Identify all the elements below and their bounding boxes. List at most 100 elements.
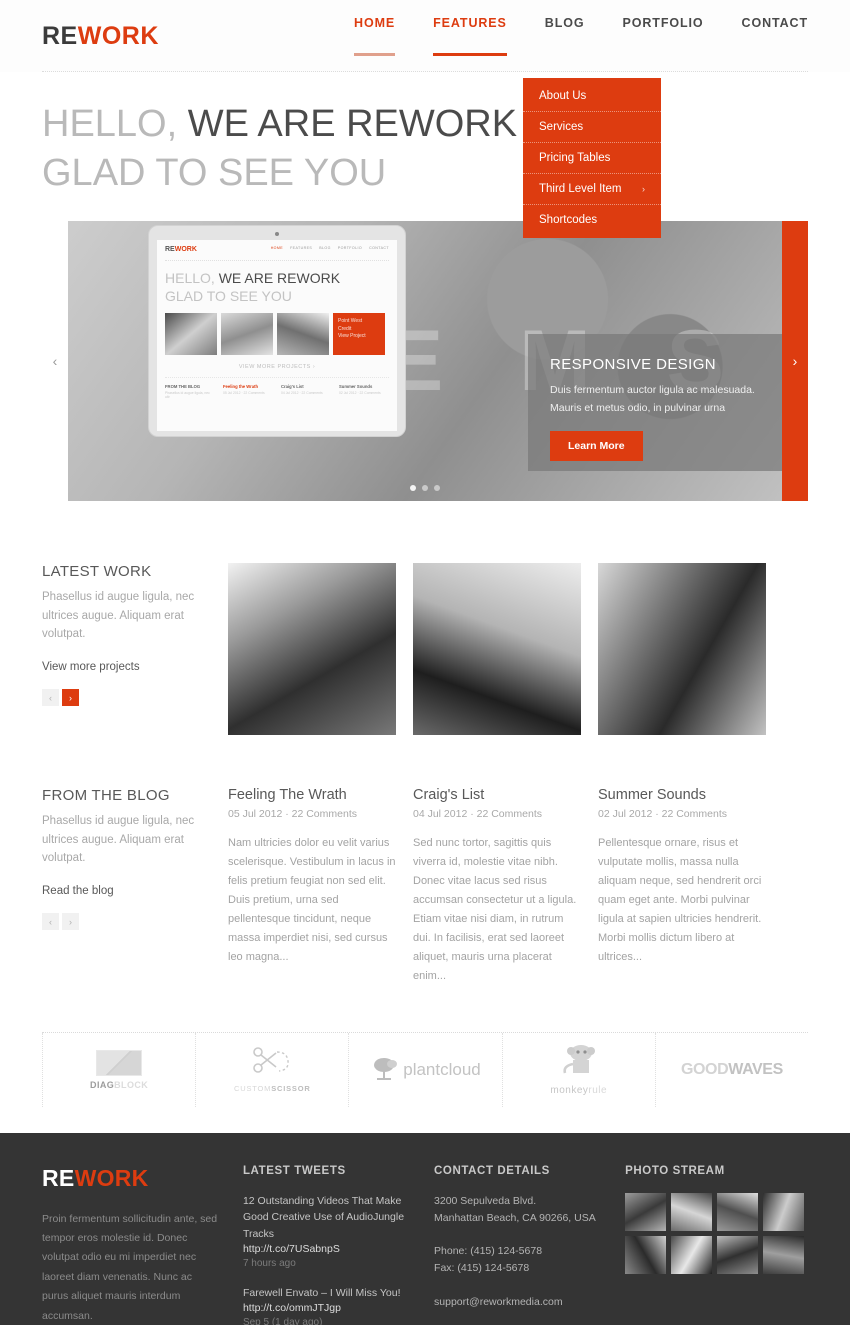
photo-thumbnail[interactable] bbox=[717, 1235, 759, 1274]
mock-blog-title-1: FROM THE BLOG bbox=[165, 384, 201, 390]
photo-thumbnail[interactable] bbox=[763, 1192, 805, 1231]
tweet-link[interactable]: http://t.co/ommJTJgp bbox=[243, 1302, 412, 1314]
footer-description: Proin fermentum sollicitudin ante, sed t… bbox=[42, 1212, 218, 1322]
photo-thumbnail[interactable] bbox=[625, 1192, 667, 1231]
photo-thumbnail[interactable] bbox=[763, 1235, 805, 1274]
from-the-blog-row: FROM THE BLOG Phasellus id augue ligula,… bbox=[42, 787, 808, 985]
blog-post-title[interactable]: Feeling The Wrath bbox=[228, 787, 396, 803]
logo-part-1: RE bbox=[42, 21, 78, 50]
tablet-screen: REWORK HOME FEATURES BLOG PORTFOLIO CONT… bbox=[157, 240, 397, 432]
from-the-blog-next-button[interactable]: › bbox=[62, 913, 79, 931]
client-logos-strip: DIAGBLOCK CUSTOMSCISSOR plantcloud monke… bbox=[42, 1032, 808, 1107]
client-logo-monkeyrule[interactable]: monkeyrule bbox=[503, 1032, 656, 1107]
mock-logo-part1: RE bbox=[165, 246, 175, 254]
work-thumbnail-1[interactable] bbox=[228, 563, 396, 736]
client-logo-goodwaves[interactable]: GOODWAVES bbox=[656, 1033, 808, 1107]
blog-post-list: Feeling The Wrath 05 Jul 2012 · 22 Comme… bbox=[228, 787, 808, 985]
nav-item-blog[interactable]: BLOG bbox=[545, 16, 585, 56]
nav-item-features[interactable]: FEATURES bbox=[433, 16, 507, 56]
mock-blog-col-1: FROM THE BLOG Phasellus id augue ligula,… bbox=[165, 384, 215, 399]
read-the-blog-link[interactable]: Read the blog bbox=[42, 885, 212, 897]
tweet-item: Farewell Envato – I Will Miss You! http:… bbox=[243, 1285, 412, 1325]
nav-item-home[interactable]: HOME bbox=[354, 16, 396, 56]
photo-thumbnail[interactable] bbox=[717, 1192, 759, 1231]
mock-promo-sub: Credit bbox=[338, 325, 352, 332]
footer-logo[interactable]: REWORK bbox=[42, 1165, 221, 1192]
plantcloud-text: plantcloud bbox=[403, 1059, 481, 1079]
slider-prev-arrow[interactable]: ‹ bbox=[42, 221, 68, 502]
dropdown-item-services[interactable]: Services bbox=[523, 112, 661, 143]
photo-thumbnail[interactable] bbox=[671, 1192, 713, 1231]
nav-label-features: FEATURES bbox=[433, 16, 507, 30]
latest-work-prev-button[interactable]: ‹ bbox=[42, 689, 59, 707]
tweet-text: 12 Outstanding Videos That Make Good Cre… bbox=[242, 1194, 405, 1241]
dropdown-label-services: Services bbox=[539, 121, 584, 133]
from-the-blog-description: Phasellus id augue ligula, nec ultrices … bbox=[42, 815, 195, 865]
hero-slider: E M S REWORK HOME FEATURES BLOG PORTFOLI… bbox=[42, 221, 808, 502]
nav-item-contact[interactable]: CONTACT bbox=[742, 16, 808, 56]
tree-icon bbox=[374, 1057, 398, 1080]
photo-stream-title: PHOTO STREAM bbox=[625, 1164, 725, 1177]
contact-email[interactable]: support@reworkmedia.com bbox=[434, 1294, 603, 1311]
work-thumbnail-3[interactable] bbox=[598, 563, 766, 736]
mock-blog-sub-1: Phasellus id augue ligula, nec ultr bbox=[165, 391, 210, 400]
photo-thumbnail[interactable] bbox=[671, 1235, 713, 1274]
mock-blog-row: FROM THE BLOG Phasellus id augue ligula,… bbox=[165, 384, 389, 399]
mock-nav-contact: CONTACT bbox=[369, 246, 389, 251]
monkeyrule-light: rule bbox=[588, 1084, 608, 1096]
latest-work-section: LATEST WORK Phasellus id augue ligula, n… bbox=[0, 563, 850, 736]
main-navigation: HOME FEATURES BLOG PORTFOLIO CONTACT bbox=[354, 16, 808, 56]
photo-thumbnail[interactable] bbox=[625, 1235, 667, 1274]
slider-dot-2[interactable] bbox=[422, 485, 428, 492]
nav-label-blog: BLOG bbox=[544, 16, 585, 30]
blog-post-title[interactable]: Craig's List bbox=[413, 787, 581, 803]
site-footer: REWORK Proin fermentum sollicitudin ante… bbox=[0, 1132, 850, 1325]
footer-contact-column: CONTACT DETAILS 3200 Sepulveda Blvd. Man… bbox=[434, 1165, 603, 1325]
tweet-item: 12 Outstanding Videos That Make Good Cre… bbox=[243, 1193, 412, 1269]
goodwaves-bold: GOOD bbox=[680, 1060, 729, 1078]
slider-dot-3[interactable] bbox=[434, 485, 440, 492]
blog-post-item: Summer Sounds 02 Jul 2012 · 22 Comments … bbox=[598, 787, 766, 985]
footer-logo-part1: RE bbox=[42, 1164, 75, 1191]
mock-divider-2 bbox=[165, 377, 389, 379]
mock-nav-blog: BLOG bbox=[319, 246, 331, 251]
nav-label-contact: CONTACT bbox=[741, 16, 808, 30]
from-the-blog-prev-button[interactable]: ‹ bbox=[42, 913, 59, 931]
from-the-blog-title: FROM THE BLOG bbox=[42, 787, 170, 805]
blog-post-title[interactable]: Summer Sounds bbox=[598, 787, 766, 803]
header-divider bbox=[42, 71, 808, 72]
page-root: REWORK HOME FEATURES BLOG PORTFOLIO CONT… bbox=[0, 0, 850, 1325]
dropdown-label-third-level: Third Level Item bbox=[539, 183, 622, 195]
mock-logo-part2: WORK bbox=[174, 246, 197, 254]
diagblock-mark-icon bbox=[96, 1049, 143, 1076]
contact-phone-block: Phone: (415) 124-5678 Fax: (415) 124-567… bbox=[434, 1243, 603, 1278]
slider-next-arrow[interactable]: › bbox=[782, 221, 808, 502]
goodwaves-logo: GOODWAVES bbox=[681, 1061, 783, 1079]
slider-dot-1[interactable] bbox=[410, 485, 416, 492]
dropdown-item-shortcodes[interactable]: Shortcodes bbox=[523, 205, 661, 235]
mock-blog-title-4: Summer Sounds bbox=[339, 384, 373, 390]
client-logo-diagblock[interactable]: DIAGBLOCK bbox=[42, 1032, 197, 1107]
latest-work-next-button[interactable]: › bbox=[62, 689, 79, 707]
learn-more-button[interactable]: Learn More bbox=[550, 430, 643, 461]
dropdown-item-pricing-tables[interactable]: Pricing Tables bbox=[523, 143, 661, 174]
work-thumbnail-2[interactable] bbox=[413, 563, 581, 736]
features-dropdown-menu: About Us Services Pricing Tables Third L… bbox=[523, 78, 661, 238]
slider-caption-box: RESPONSIVE DESIGN Duis fermentum auctor … bbox=[528, 334, 782, 472]
mock-promo-title: Point West bbox=[338, 318, 363, 325]
client-logo-plantcloud[interactable]: plantcloud bbox=[349, 1032, 503, 1107]
dropdown-item-third-level[interactable]: Third Level Item › bbox=[523, 174, 661, 205]
client-logo-customscissor[interactable]: CUSTOMSCISSOR bbox=[196, 1032, 350, 1107]
mock-nav-features: FEATURES bbox=[290, 246, 313, 251]
tweet-text: Farewell Envato – I Will Miss You! bbox=[242, 1286, 401, 1299]
hero-heading-block: HELLO, WE ARE REWORK GLAD TO SEE YOU bbox=[0, 72, 850, 197]
dropdown-item-about-us[interactable]: About Us bbox=[523, 81, 661, 112]
site-logo[interactable]: REWORK bbox=[42, 22, 159, 51]
contact-email-block: support@reworkmedia.com bbox=[434, 1294, 603, 1311]
tweet-link[interactable]: http://t.co/7USabnpS bbox=[243, 1243, 412, 1255]
latest-work-row: LATEST WORK Phasellus id augue ligula, n… bbox=[42, 563, 808, 736]
nav-item-portfolio[interactable]: PORTFOLIO bbox=[623, 16, 704, 56]
mock-blog-col-2: Feeling the Wrath 05 Jul 2012 · 22 Comme… bbox=[223, 384, 273, 399]
diagblock-logo: DIAGBLOCK bbox=[90, 1049, 148, 1090]
view-more-projects-link[interactable]: View more projects bbox=[42, 661, 212, 673]
